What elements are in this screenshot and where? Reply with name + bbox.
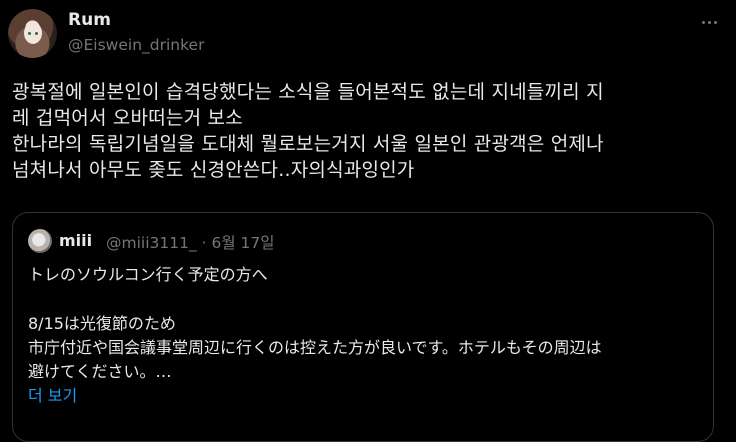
author-handle[interactable]: @Eiswein_drinker	[68, 36, 204, 54]
quoted-tweet-card[interactable]: miii @miii3111_ · 6월 17일 トレのソウルコン行く予定の方へ…	[12, 212, 714, 442]
quoted-author-meta: @miii3111_ · 6월 17일	[106, 234, 275, 252]
tweet-text-line: 넘쳐나서 아무도 좆도 신경안쓴다..자의식과잉인가	[12, 159, 415, 181]
author-name[interactable]: Rum	[68, 10, 111, 30]
quoted-author-avatar	[28, 229, 52, 253]
quoted-text-line: 市庁付近や国会議事堂周辺に行くのは控えた方が良いです。ホテルもその周辺は	[28, 338, 602, 357]
quoted-text-blank-line	[28, 287, 718, 312]
author-avatar[interactable]	[8, 9, 57, 58]
quoted-text-line: トレのソウルコン行く予定の方へ	[28, 265, 268, 284]
quoted-text-line: 8/15は光復節のため	[28, 314, 176, 333]
avatar-face	[24, 22, 42, 44]
more-horizontal-icon[interactable]	[696, 12, 722, 32]
quoted-author-name: miii	[59, 231, 93, 250]
tweet-text-line: 광복절에 일본인이 습격당했다는 소식을 들어본적도 없는데 지네들끼리 지	[12, 81, 604, 103]
tweet-text: 광복절에 일본인이 습격당했다는 소식을 들어본적도 없는데 지네들끼리 지 레…	[12, 79, 724, 183]
avatar-eye	[28, 32, 31, 35]
quoted-tweet-text: トレのソウルコン行く予定の方へ 8/15は光復節のため 市庁付近や国会議事堂周辺…	[28, 263, 718, 408]
avatar-eye	[35, 32, 38, 35]
tweet-text-line: 한나라의 독립기념일을 도대체 뭘로보는거지 서울 일본인 관광객은 언제나	[12, 133, 604, 155]
show-more-link[interactable]: 더 보기	[28, 384, 718, 408]
quoted-text-line: 避けてください。…	[28, 362, 172, 381]
tweet-text-line: 레 겁먹어서 오바떠는거 보소	[12, 107, 243, 129]
